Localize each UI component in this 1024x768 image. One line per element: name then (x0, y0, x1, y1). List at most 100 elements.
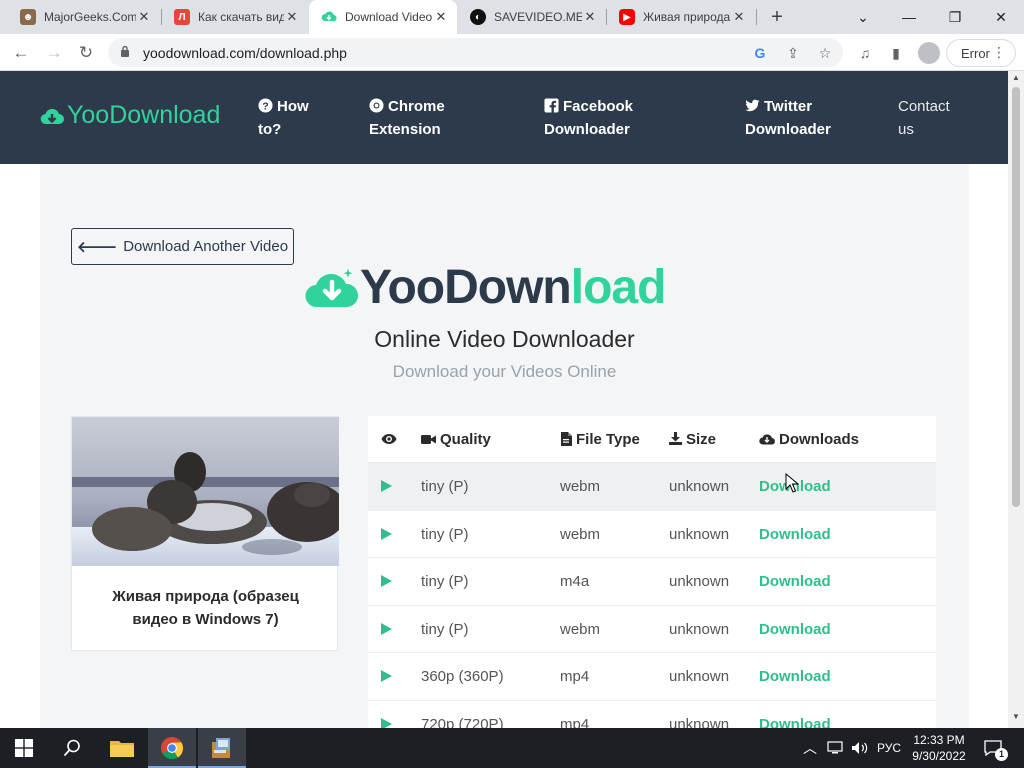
file-explorer-button[interactable] (98, 728, 146, 768)
chrome-taskbar-button[interactable] (148, 728, 196, 768)
address-bar[interactable]: yoodownload.com/download.php G ⇪ ☆ (108, 38, 843, 67)
profile-avatar-icon[interactable] (918, 42, 940, 64)
table-row: tiny (P) webm unknown Download (368, 606, 936, 653)
search-button[interactable] (48, 728, 96, 768)
volume-icon[interactable] (851, 728, 869, 768)
minimize-button[interactable]: — (886, 0, 932, 34)
page-scrollbar[interactable]: ▲ ▼ (1008, 71, 1024, 728)
clock-date: 9/30/2022 (912, 749, 966, 763)
site-logo[interactable]: YooDownload (40, 101, 220, 130)
close-window-button[interactable]: ✕ (978, 0, 1024, 34)
share-icon[interactable]: ⇪ (784, 44, 802, 62)
profile-error-button[interactable]: Error ⋮ (946, 39, 1016, 67)
close-tab-icon[interactable]: ✕ (433, 9, 449, 25)
chrome-icon (369, 98, 384, 113)
download-link[interactable]: Download (759, 526, 831, 543)
notification-count-badge: 1 (995, 747, 1008, 761)
new-tab-button[interactable]: + (766, 6, 788, 28)
media-controls-icon[interactable]: ♫ (855, 43, 875, 63)
play-preview-icon[interactable] (381, 717, 392, 728)
nav-how-to[interactable]: ? How to? (258, 95, 309, 141)
close-tab-icon[interactable]: ✕ (284, 9, 300, 25)
tab-search-icon[interactable]: ⌄ (840, 0, 886, 34)
lock-icon[interactable] (120, 45, 130, 58)
cell-size: unknown (669, 620, 730, 638)
logo-part-load: load (570, 261, 667, 314)
download-link[interactable]: Download (759, 668, 831, 685)
cell-quality: 360p (360P) (421, 668, 504, 685)
cell-size: unknown (669, 715, 730, 729)
nav-contact-us[interactable]: Contact us (898, 95, 950, 141)
url-text[interactable]: yoodownload.com/download.php (143, 45, 347, 61)
download-link[interactable]: Download (759, 716, 831, 729)
nav-label: to? (258, 121, 282, 138)
video-camera-icon (421, 435, 436, 444)
chrome-icon (161, 737, 184, 760)
system-clock[interactable]: 12:33 PM 9/30/2022 (906, 732, 972, 764)
scrollbar-thumb[interactable] (1012, 87, 1020, 507)
play-preview-icon[interactable] (381, 527, 392, 540)
tab-title: MajorGeeks.Com (44, 10, 136, 24)
network-icon[interactable] (827, 728, 843, 768)
seal-thumbnail-image (72, 417, 339, 566)
speaker-icon (852, 742, 868, 754)
menu-dots-icon[interactable]: ⋮ (992, 44, 1006, 61)
play-preview-icon[interactable] (381, 575, 392, 587)
nav-chrome-extension[interactable]: Chrome Extension (369, 95, 445, 141)
cell-file-type: webm (560, 525, 601, 543)
action-center-button[interactable]: 1 (984, 728, 1008, 768)
reload-button[interactable]: ↻ (72, 39, 100, 67)
browser-tab[interactable]: Л Как скачать видео ✕ (162, 0, 308, 34)
download-link[interactable]: Download (759, 573, 831, 590)
play-preview-icon[interactable] (381, 622, 392, 635)
play-preview-icon[interactable] (381, 480, 392, 492)
forward-button[interactable]: → (40, 39, 68, 67)
bookmark-star-icon[interactable]: ☆ (816, 44, 834, 62)
column-quality: Quality (421, 431, 491, 448)
arrow-left-icon: 🡐 (76, 239, 118, 256)
side-panel-icon[interactable]: ▮ (886, 43, 906, 63)
close-tab-icon[interactable]: ✕ (731, 9, 747, 25)
main-content-panel: 🡐 Download Another Video YooDownload Onl… (40, 164, 969, 728)
restore-button[interactable]: ❐ (932, 0, 978, 34)
column-downloads-label: Downloads (779, 431, 860, 448)
nav-facebook-downloader[interactable]: Facebook Downloader (544, 95, 633, 141)
tab-title: Download Video (345, 10, 433, 24)
scroll-up-arrow-icon[interactable]: ▲ (1008, 73, 1024, 87)
search-icon (63, 739, 80, 757)
browser-tab[interactable]: ◐ SAVEVIDEO.ME ✕ (458, 0, 606, 34)
browser-tab-active[interactable]: Download Video ✕ (309, 0, 457, 34)
start-button[interactable] (0, 728, 48, 768)
download-another-video-button[interactable]: 🡐 Download Another Video (71, 228, 294, 265)
google-lens-icon[interactable]: G (751, 44, 769, 62)
language-indicator[interactable]: РУС (877, 728, 901, 768)
close-tab-icon[interactable]: ✕ (582, 9, 598, 25)
back-button[interactable]: ← (7, 39, 35, 67)
download-link[interactable]: Download (759, 621, 831, 638)
question-circle-icon: ? (258, 98, 273, 113)
table-row: 720p (720P) mp4 unknown Download (368, 701, 936, 729)
browser-tab-strip: ☻ MajorGeeks.Com ✕ Л Как скачать видео ✕… (0, 0, 1024, 34)
cell-quality: tiny (P) (421, 620, 469, 638)
tab-title: SAVEVIDEO.ME (494, 10, 582, 24)
folder-icon (110, 741, 134, 757)
show-hidden-icons-button[interactable]: ︿ (803, 728, 817, 768)
cell-file-type: webm (560, 478, 601, 495)
play-preview-icon[interactable] (381, 670, 392, 682)
nav-twitter-downloader[interactable]: Twitter Downloader (745, 95, 831, 141)
windows-taskbar: ︿ РУС 12:33 PM 9/30/2022 1 (0, 728, 1024, 768)
big-logo-text: YooDownload (360, 260, 667, 315)
video-thumbnail[interactable] (72, 417, 339, 566)
page-subheadline: Download your Videos Online (392, 362, 617, 381)
nav-label: Twitter (764, 98, 813, 115)
browser-tab[interactable]: ☻ MajorGeeks.Com ✕ (8, 0, 160, 34)
nav-label: Downloader (745, 121, 831, 138)
app-taskbar-button[interactable] (198, 728, 246, 768)
column-size-label: Size (686, 431, 717, 448)
column-file-type: File Type (560, 431, 640, 448)
scroll-down-arrow-icon[interactable]: ▼ (1008, 712, 1024, 726)
browser-tab[interactable]: ▶ Живая природа ✕ (607, 0, 755, 34)
eye-icon (381, 434, 397, 444)
close-tab-icon[interactable]: ✕ (136, 9, 152, 25)
cell-quality: tiny (P) (421, 573, 469, 590)
